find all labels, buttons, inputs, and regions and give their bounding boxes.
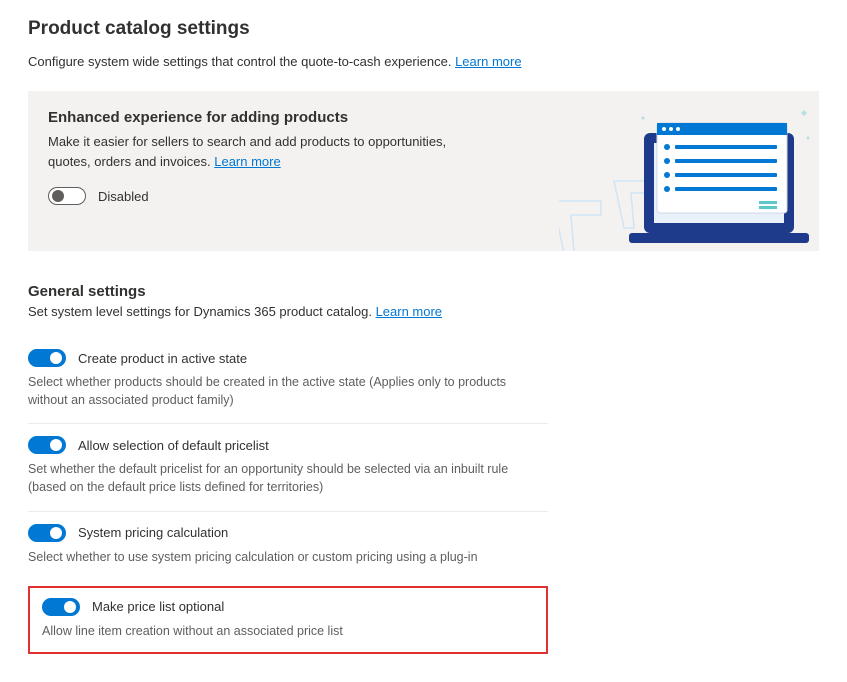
general-learn-more-link[interactable]: Learn more xyxy=(376,304,442,319)
general-settings-section: General settings Set system level settin… xyxy=(28,283,548,654)
setting-label: Make price list optional xyxy=(92,599,224,614)
banner-learn-more-link[interactable]: Learn more xyxy=(214,154,280,169)
toggle-label: Disabled xyxy=(98,189,149,204)
section-subtitle: Set system level settings for Dynamics 3… xyxy=(28,304,548,319)
enhanced-experience-banner: Enhanced experience for adding products … xyxy=(28,91,819,251)
setting-desc: Select whether to use system pricing cal… xyxy=(28,548,548,566)
learn-more-link[interactable]: Learn more xyxy=(455,54,521,69)
section-title: General settings xyxy=(28,283,548,300)
setting-system-pricing: System pricing calculation Select whethe… xyxy=(28,512,548,580)
create-product-active-toggle[interactable] xyxy=(28,349,66,367)
banner-title: Enhanced experience for adding products xyxy=(48,109,488,126)
laptop-illustration-icon xyxy=(559,93,819,251)
page-title: Product catalog settings xyxy=(28,18,819,40)
setting-allow-default-pricelist: Allow selection of default pricelist Set… xyxy=(28,424,548,511)
setting-desc: Allow line item creation without an asso… xyxy=(42,622,534,640)
setting-label: System pricing calculation xyxy=(78,525,228,540)
setting-make-pricelist-optional: Make price list optional Allow line item… xyxy=(42,598,534,640)
setting-desc: Select whether products should be create… xyxy=(28,373,548,409)
allow-default-pricelist-toggle[interactable] xyxy=(28,436,66,454)
highlighted-setting-box: Make price list optional Allow line item… xyxy=(28,586,548,654)
setting-label: Allow selection of default pricelist xyxy=(78,438,269,453)
make-pricelist-optional-toggle[interactable] xyxy=(42,598,80,616)
setting-create-product-active: Create product in active state Select wh… xyxy=(28,337,548,424)
enhanced-experience-toggle[interactable] xyxy=(48,187,86,205)
setting-desc: Set whether the default pricelist for an… xyxy=(28,460,548,496)
setting-label: Create product in active state xyxy=(78,351,247,366)
page-subtitle: Configure system wide settings that cont… xyxy=(28,54,819,69)
system-pricing-toggle[interactable] xyxy=(28,524,66,542)
subtitle-text: Configure system wide settings that cont… xyxy=(28,54,451,69)
section-sub-text: Set system level settings for Dynamics 3… xyxy=(28,304,372,319)
banner-description: Make it easier for sellers to search and… xyxy=(48,132,488,171)
